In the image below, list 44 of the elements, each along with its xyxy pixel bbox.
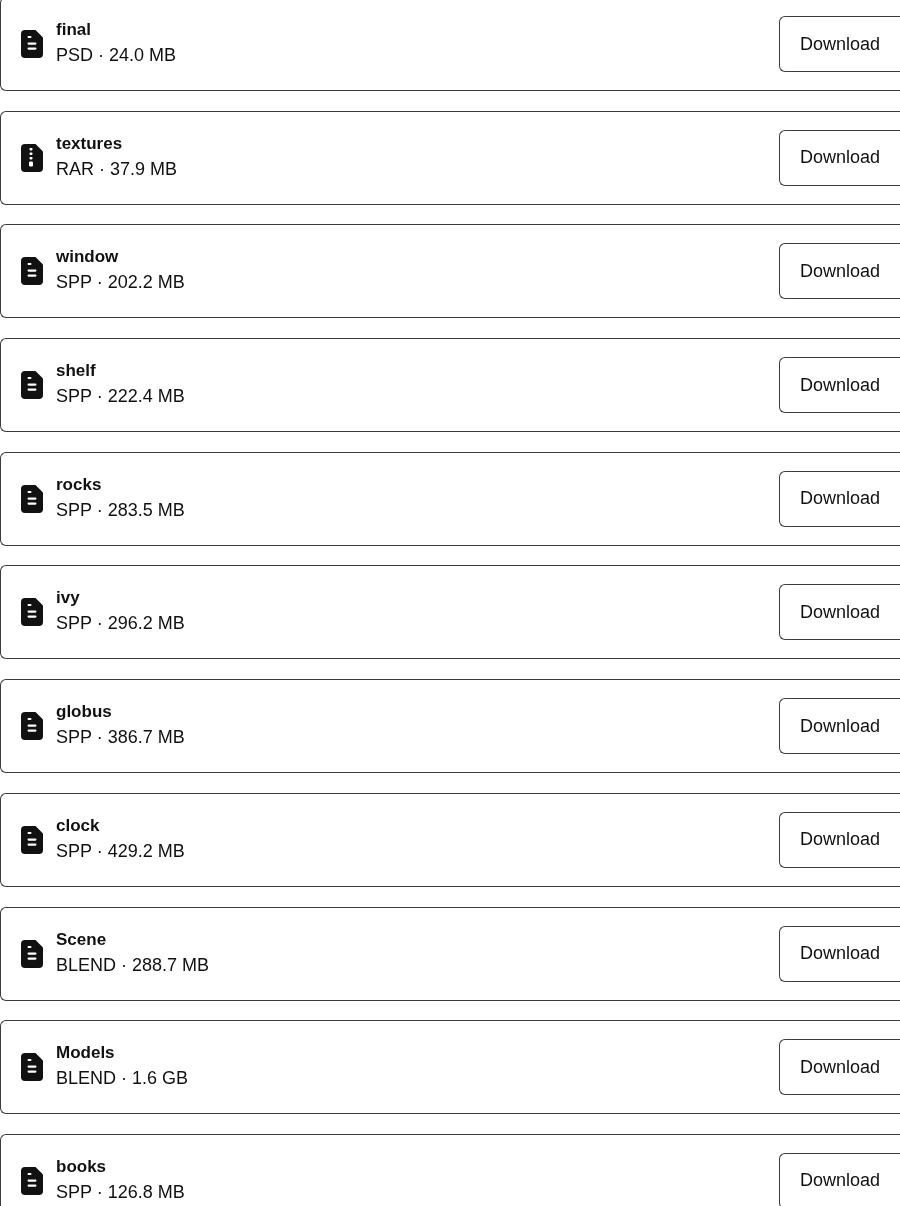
file-name: books (56, 1155, 108, 1178)
file-details: SPP · 386.7 MB (56, 726, 185, 749)
download-button[interactable]: Download (779, 925, 900, 982)
document-icon (21, 1166, 43, 1195)
file-details: SPP · 222.4 MB (56, 385, 185, 408)
document-icon (21, 939, 43, 968)
file-name: shelf (56, 360, 97, 383)
file-details: SPP · 283.5 MB (56, 498, 185, 521)
document-icon (21, 598, 43, 627)
download-button[interactable]: Download (779, 811, 900, 868)
document-icon (21, 371, 43, 400)
file-name: window (56, 246, 120, 269)
document-icon (21, 712, 43, 741)
download-button[interactable]: Download (779, 357, 900, 414)
file-name: ivy (56, 587, 81, 610)
file-details: PSD · 24.0 MB (56, 44, 177, 66)
file-name: globus (56, 701, 113, 724)
file-details: SPP · 296.2 MB (56, 612, 185, 635)
download-button[interactable]: Download (779, 129, 900, 186)
document-icon (21, 825, 43, 854)
file-name: rocks (56, 473, 103, 496)
document-icon (21, 257, 43, 286)
file-name: textures (56, 132, 124, 155)
file-details: RAR · 37.9 MB (56, 157, 178, 180)
document-icon (21, 484, 43, 513)
file-details: BLEND · 288.7 MB (56, 953, 210, 976)
download-button[interactable]: Download (779, 698, 900, 755)
download-button[interactable]: Download (779, 584, 900, 641)
download-button[interactable]: Download (779, 16, 900, 72)
file-name: final (56, 19, 92, 41)
download-button[interactable]: Download (779, 1152, 900, 1206)
document-icon (21, 30, 43, 58)
file-name: Scene (56, 928, 108, 951)
download-button[interactable]: Download (779, 1039, 900, 1096)
file-name: Models (56, 1042, 116, 1065)
download-button[interactable]: Download (779, 243, 900, 300)
file-details: SPP · 429.2 MB (56, 839, 185, 862)
download-button[interactable]: Download (779, 470, 900, 527)
archive-file-icon (21, 143, 43, 172)
file-details: SPP · 202.2 MB (56, 271, 185, 294)
file-name: clock (56, 814, 101, 837)
file-details: BLEND · 1.6 GB (56, 1067, 189, 1090)
document-icon (21, 1053, 43, 1082)
file-details: SPP · 126.8 MB (56, 1180, 185, 1203)
